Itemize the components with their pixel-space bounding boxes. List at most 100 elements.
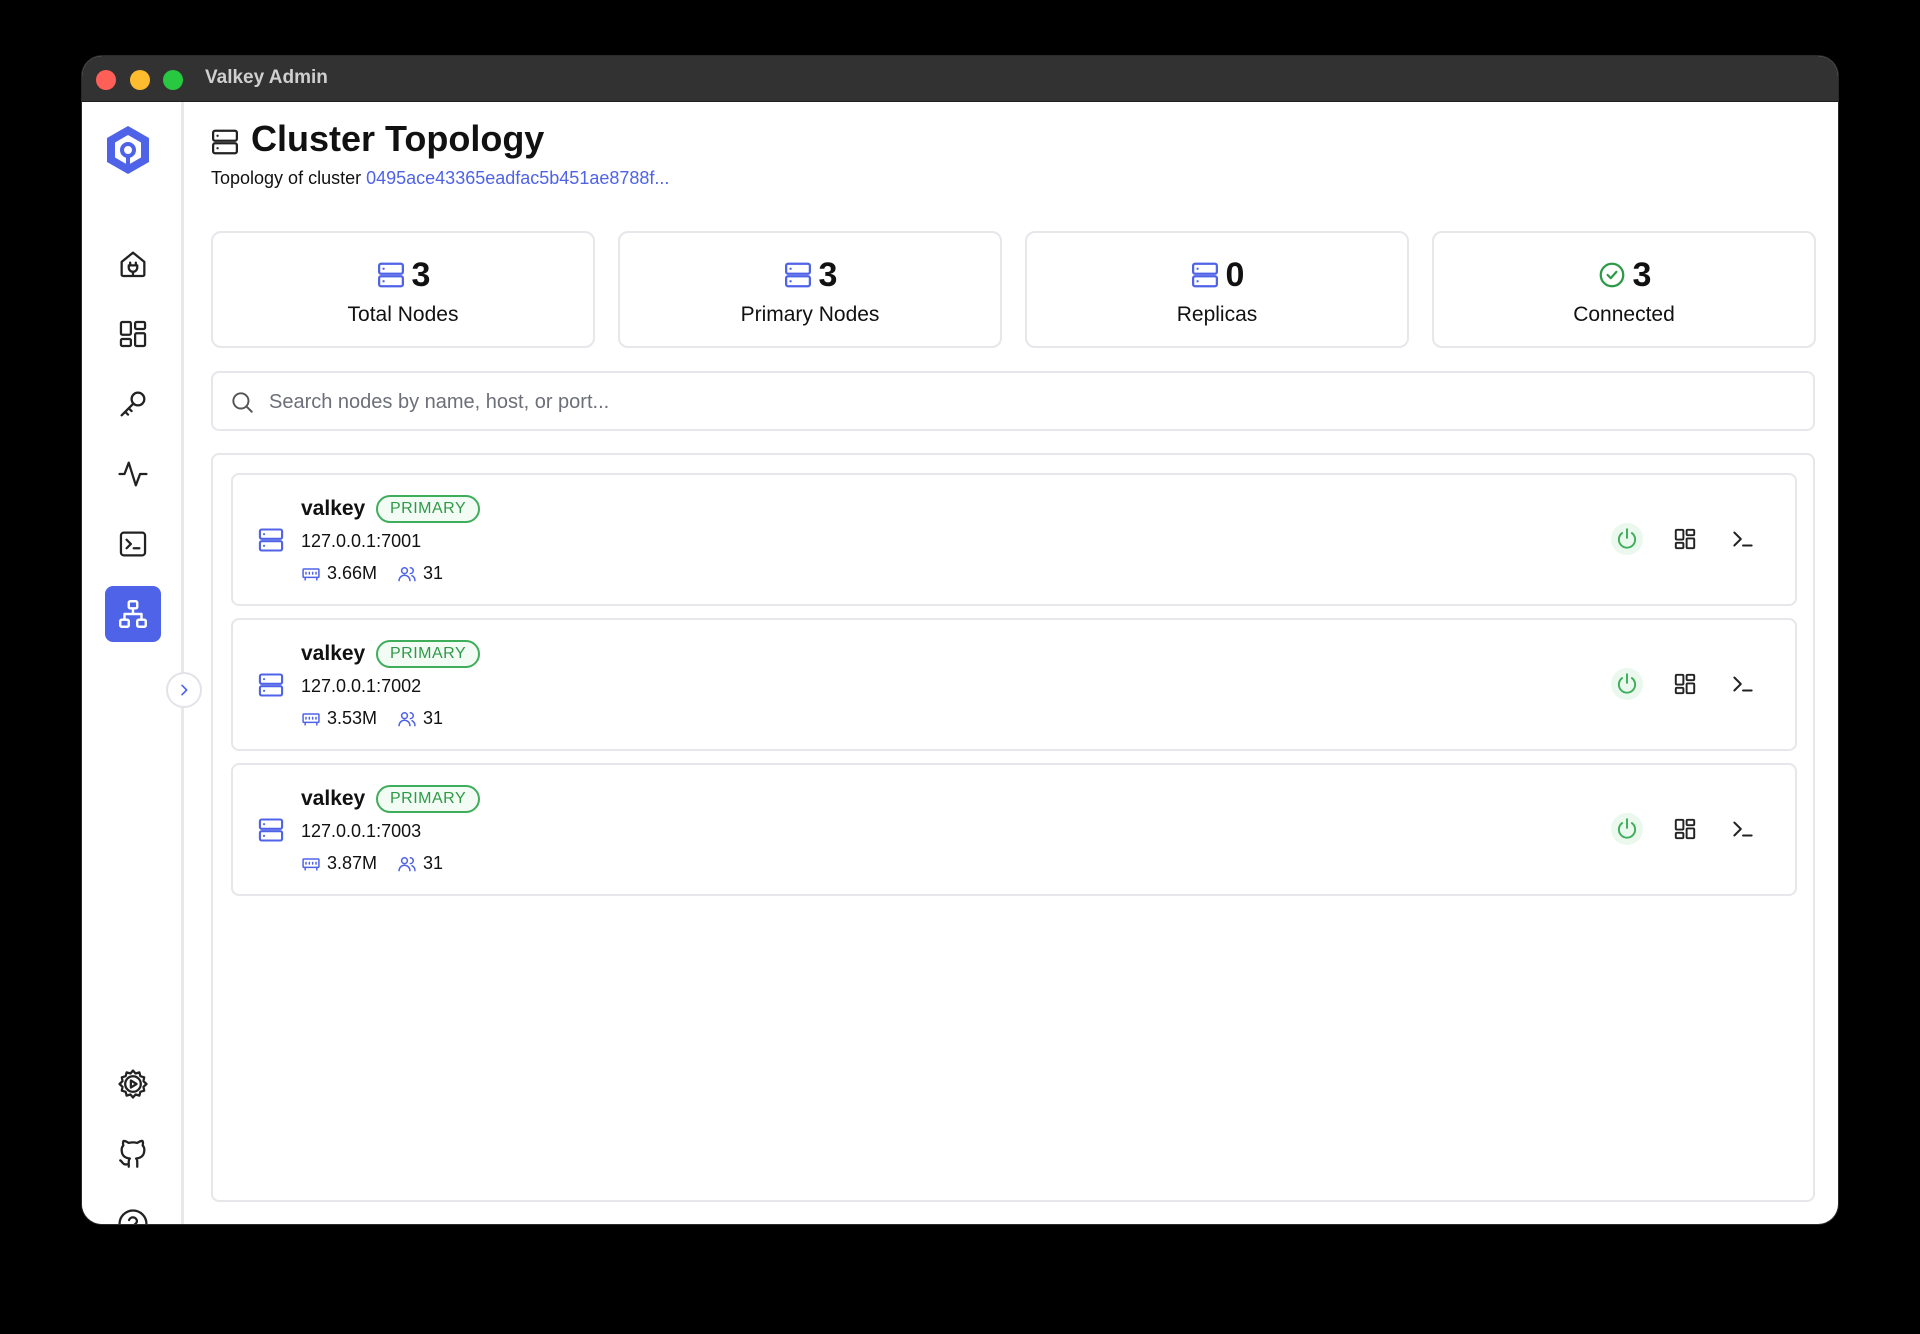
dashboard-icon — [1674, 528, 1696, 550]
sidebar-item-github[interactable] — [105, 1126, 161, 1182]
settings-gear-icon — [118, 1069, 148, 1099]
server-icon — [258, 673, 284, 697]
valkey-logo-icon — [107, 126, 149, 174]
node-metrics: 3.66M 31 — [301, 563, 443, 584]
node-metrics: 3.87M 31 — [301, 853, 443, 874]
sidebar-item-cluster-topology[interactable] — [105, 586, 161, 642]
node-card[interactable]: valkey PRIMARY 127.0.0.1:7001 3.66M 31 — [231, 473, 1797, 606]
sidebar-item-monitoring[interactable] — [105, 446, 161, 502]
sidebar-item-dashboard[interactable] — [105, 306, 161, 362]
sidebar-item-connections[interactable] — [105, 236, 161, 292]
role-badge: PRIMARY — [376, 640, 481, 668]
server-icon — [377, 262, 404, 288]
cluster-id-link[interactable]: 0495ace43365eadfac5b451ae8788f... — [366, 168, 669, 188]
dashboard-icon — [1674, 673, 1696, 695]
node-address: 127.0.0.1:7003 — [301, 821, 422, 841]
memory-icon — [302, 567, 320, 581]
server-icon — [1191, 262, 1218, 288]
network-icon — [119, 600, 147, 628]
node-clients: 31 — [423, 563, 444, 583]
node-memory: 3.53M — [327, 708, 378, 728]
node-card[interactable]: valkey PRIMARY 127.0.0.1:7002 3.53M 31 — [231, 618, 1797, 751]
users-icon — [398, 856, 416, 871]
chevron-right-icon — [181, 684, 188, 696]
stat-card-replicas: 0 Replicas — [1025, 231, 1409, 348]
stat-card-primary-nodes: 3 Primary Nodes — [618, 231, 1002, 348]
node-clients: 31 — [423, 708, 444, 728]
node-status-button[interactable] — [1611, 523, 1643, 555]
maximize-window-button[interactable] — [163, 70, 183, 90]
activity-icon — [118, 461, 148, 487]
power-icon — [1617, 673, 1637, 694]
stat-label: Total Nodes — [347, 303, 459, 326]
stat-value: 3 — [818, 256, 838, 294]
power-icon — [1617, 818, 1637, 839]
minimize-window-button[interactable] — [130, 70, 150, 90]
sidebar-item-command-console[interactable] — [105, 516, 161, 572]
page-title: Cluster Topology — [251, 118, 545, 159]
node-memory: 3.87M — [327, 853, 378, 873]
sidebar — [82, 102, 184, 1224]
node-actions — [1611, 523, 1759, 555]
stat-card-connected: 3 Connected — [1432, 231, 1816, 348]
node-metrics: 3.53M 31 — [301, 708, 443, 729]
page-subtitle: Topology of cluster 0495ace43365eadfac5b… — [211, 168, 669, 189]
node-dashboard-button[interactable] — [1669, 523, 1701, 555]
stat-card-total-nodes: 3 Total Nodes — [211, 231, 595, 348]
check-circle-icon — [1599, 262, 1624, 288]
search-icon — [232, 392, 253, 413]
server-icon — [212, 129, 238, 155]
server-icon — [784, 262, 811, 288]
stat-label: Primary Nodes — [740, 303, 880, 326]
stat-value: 3 — [1632, 256, 1652, 294]
node-actions — [1611, 668, 1759, 700]
dashboard-icon — [119, 320, 147, 348]
memory-icon — [302, 857, 320, 871]
terminal-prompt-icon — [1733, 676, 1753, 692]
server-icon — [258, 818, 284, 842]
sidebar-item-key-browser[interactable] — [105, 376, 161, 432]
terminal-icon — [119, 531, 147, 557]
node-terminal-button[interactable] — [1727, 668, 1759, 700]
sidebar-item-help[interactable] — [105, 1196, 161, 1224]
close-window-button[interactable] — [96, 70, 116, 90]
server-icon — [258, 528, 284, 552]
power-icon — [1617, 528, 1637, 549]
users-icon — [398, 566, 416, 581]
dashboard-icon — [1674, 818, 1696, 840]
node-terminal-button[interactable] — [1727, 523, 1759, 555]
role-badge: PRIMARY — [376, 785, 481, 813]
node-status-button[interactable] — [1611, 813, 1643, 845]
node-terminal-button[interactable] — [1727, 813, 1759, 845]
node-actions — [1611, 813, 1759, 845]
stat-label: Replicas — [1176, 303, 1258, 326]
memory-icon — [302, 712, 320, 726]
node-memory: 3.66M — [327, 563, 378, 583]
node-status-button[interactable] — [1611, 668, 1643, 700]
sidebar-expand-button[interactable] — [166, 672, 202, 708]
stat-value: 3 — [411, 256, 431, 294]
node-list-panel: valkey PRIMARY 127.0.0.1:7001 3.66M 31 v… — [211, 453, 1815, 1202]
title-bar: Valkey Admin — [82, 56, 1838, 102]
home-plug-icon — [120, 251, 146, 278]
node-address: 127.0.0.1:7002 — [301, 676, 422, 696]
sidebar-item-settings[interactable] — [105, 1056, 161, 1112]
github-icon — [119, 1139, 146, 1168]
terminal-prompt-icon — [1733, 531, 1753, 547]
terminal-prompt-icon — [1733, 821, 1753, 837]
subtitle-prefix: Topology of cluster — [211, 168, 362, 188]
node-dashboard-button[interactable] — [1669, 668, 1701, 700]
stat-label: Connected — [1573, 303, 1675, 326]
search-input[interactable] — [269, 383, 1789, 421]
node-name: valkey — [301, 497, 366, 520]
node-address: 127.0.0.1:7001 — [301, 531, 422, 551]
role-badge: PRIMARY — [376, 495, 481, 523]
node-dashboard-button[interactable] — [1669, 813, 1701, 845]
help-icon — [118, 1209, 148, 1224]
stat-value: 0 — [1225, 256, 1245, 294]
node-card[interactable]: valkey PRIMARY 127.0.0.1:7003 3.87M 31 — [231, 763, 1797, 896]
users-icon — [398, 711, 416, 726]
node-name: valkey — [301, 642, 366, 665]
key-icon — [120, 391, 146, 417]
node-name: valkey — [301, 787, 366, 810]
